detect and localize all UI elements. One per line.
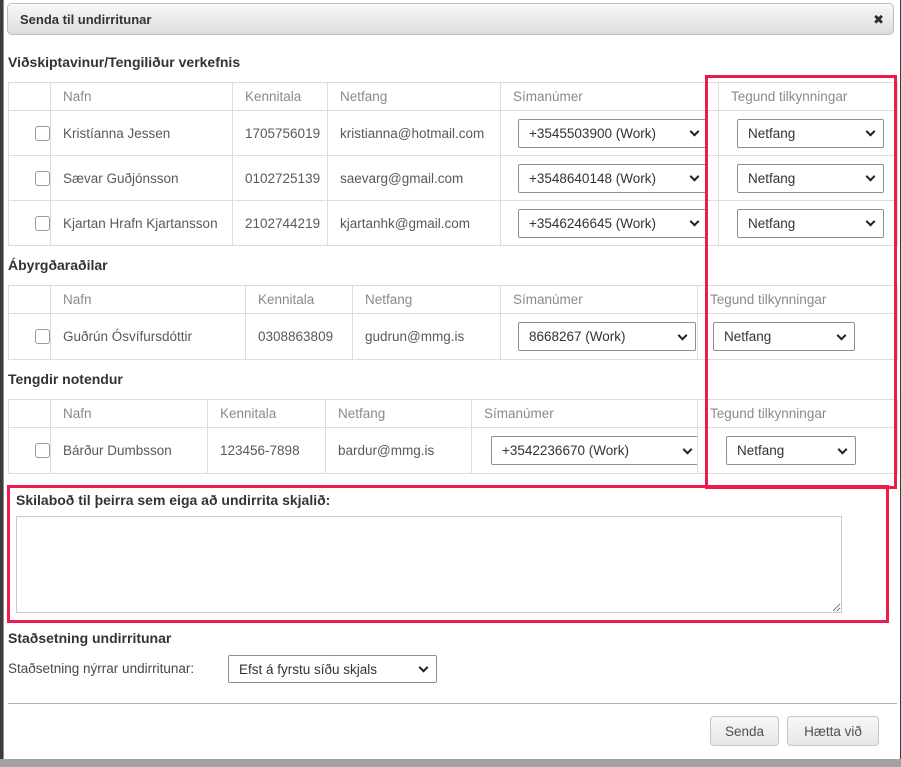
- cell-name: Kristíanna Jessen: [51, 111, 233, 156]
- cell-name: Bárður Dumbsson: [51, 428, 208, 474]
- chevron-down-icon: [690, 217, 700, 227]
- message-textarea[interactable]: [16, 516, 842, 613]
- phone-select-value: +3542236670 (Work): [492, 443, 629, 458]
- dialog-title: Senda til undirritunar: [8, 12, 151, 27]
- phone-select[interactable]: +3542236670 (Work): [491, 436, 698, 465]
- row-checkbox[interactable]: [35, 171, 50, 186]
- close-icon[interactable]: ✖: [873, 4, 884, 36]
- notification-type-select[interactable]: Netfang: [713, 322, 855, 351]
- notification-select-value: Netfang: [714, 329, 771, 344]
- table-row: Kristíanna Jessen 1705756019 kristianna@…: [9, 111, 898, 156]
- phone-select-value: +3548640148 (Work): [519, 171, 656, 186]
- cell-email: bardur@mmg.is: [326, 428, 472, 474]
- row-checkbox[interactable]: [35, 329, 50, 344]
- table-row: Guðrún Ósvífursdóttir 0308863809 gudrun@…: [9, 314, 898, 360]
- notification-type-select[interactable]: Netfang: [726, 436, 856, 465]
- chevron-down-icon: [837, 330, 847, 340]
- send-button[interactable]: Senda: [710, 716, 779, 746]
- phone-select[interactable]: +3548640148 (Work): [518, 164, 708, 193]
- placement-label: Staðsetning nýrrar undirritunar:: [8, 655, 194, 683]
- table-header-row: Nafn Kennitala Netfang Símanúmer Tegund …: [9, 286, 898, 314]
- linked-users-table: Nafn Kennitala Netfang Símanúmer Tegund …: [8, 399, 898, 474]
- cell-name: Kjartan Hrafn Kjartansson: [51, 201, 233, 246]
- row-checkbox[interactable]: [35, 216, 50, 231]
- chevron-down-icon: [866, 217, 876, 227]
- table-header-row: Nafn Kennitala Netfang Símanúmer Tegund …: [9, 400, 898, 428]
- cell-kennitala: 123456-7898: [208, 428, 326, 474]
- chevron-down-icon: [690, 127, 700, 137]
- cell-kennitala: 1705756019: [233, 111, 328, 156]
- col-header-phone: Símanúmer: [501, 83, 719, 111]
- col-header-kennitala: Kennitala: [233, 83, 328, 111]
- section-heading-responsible-parties: Ábyrgðaraðilar: [8, 257, 108, 273]
- chevron-down-icon: [866, 172, 876, 182]
- cell-kennitala: 2102744219: [233, 201, 328, 246]
- notification-select-value: Netfang: [738, 126, 795, 141]
- table-row: Kjartan Hrafn Kjartansson 2102744219 kja…: [9, 201, 898, 246]
- section-heading-linked-users: Tengdir notendur: [8, 371, 123, 387]
- chevron-down-icon: [678, 330, 688, 340]
- phone-select-value: +3546246645 (Work): [519, 216, 656, 231]
- dialog-titlebar: Senda til undirritunar ✖: [7, 3, 894, 35]
- col-header-email: Netfang: [353, 286, 501, 314]
- cell-name: Guðrún Ósvífursdóttir: [51, 314, 246, 360]
- notification-select-value: Netfang: [738, 216, 795, 231]
- phone-select-value: +3545503900 (Work): [519, 126, 656, 141]
- cell-email: kjartanhk@gmail.com: [328, 201, 501, 246]
- col-header-email: Netfang: [326, 400, 472, 428]
- table-row: Bárður Dumbsson 123456-7898 bardur@mmg.i…: [9, 428, 898, 474]
- placement-heading: Staðsetning undirritunar: [8, 630, 171, 646]
- col-header-checkbox: [9, 83, 51, 111]
- notification-type-select[interactable]: Netfang: [737, 164, 884, 193]
- chevron-down-icon: [419, 663, 429, 673]
- chevron-down-icon: [683, 444, 693, 454]
- phone-select[interactable]: +3546246645 (Work): [518, 209, 708, 238]
- cell-email: kristianna@hotmail.com: [328, 111, 501, 156]
- col-header-kennitala: Kennitala: [208, 400, 326, 428]
- col-header-email: Netfang: [328, 83, 501, 111]
- col-header-notification-type: Tegund tilkynningar: [698, 286, 898, 314]
- notification-type-select[interactable]: Netfang: [737, 119, 884, 148]
- section-heading-clients: Viðskiptavinur/Tengiliður verkefnis: [8, 54, 240, 70]
- col-header-name: Nafn: [51, 400, 208, 428]
- notification-select-value: Netfang: [738, 171, 795, 186]
- cell-email: saevarg@gmail.com: [328, 156, 501, 201]
- col-header-checkbox: [9, 286, 51, 314]
- footer-divider: [8, 703, 897, 704]
- cell-kennitala: 0102725139: [233, 156, 328, 201]
- phone-select[interactable]: +3545503900 (Work): [518, 119, 708, 148]
- row-checkbox[interactable]: [35, 126, 50, 141]
- responsible-parties-table: Nafn Kennitala Netfang Símanúmer Tegund …: [8, 285, 898, 360]
- col-header-kennitala: Kennitala: [246, 286, 353, 314]
- col-header-notification-type: Tegund tilkynningar: [698, 400, 898, 428]
- cell-name: Sævar Guðjónsson: [51, 156, 233, 201]
- placement-select-value: Efst á fyrstu síðu skjals: [229, 662, 377, 677]
- placement-select[interactable]: Efst á fyrstu síðu skjals: [228, 655, 437, 683]
- table-row: Sævar Guðjónsson 0102725139 saevarg@gmai…: [9, 156, 898, 201]
- col-header-phone: Símanúmer: [501, 286, 698, 314]
- table-header-row: Nafn Kennitala Netfang Símanúmer Tegund …: [9, 83, 898, 111]
- cancel-button[interactable]: Hætta við: [787, 716, 879, 746]
- col-header-name: Nafn: [51, 83, 233, 111]
- col-header-phone: Símanúmer: [472, 400, 698, 428]
- col-header-name: Nafn: [51, 286, 246, 314]
- row-checkbox[interactable]: [35, 443, 50, 458]
- col-header-notification-type: Tegund tilkynningar: [719, 83, 898, 111]
- notification-select-value: Netfang: [727, 443, 784, 458]
- notification-type-select[interactable]: Netfang: [737, 209, 884, 238]
- page-background-strip: [0, 759, 901, 767]
- cell-email: gudrun@mmg.is: [353, 314, 501, 360]
- chevron-down-icon: [866, 127, 876, 137]
- chevron-down-icon: [690, 172, 700, 182]
- phone-select[interactable]: 8668267 (Work): [518, 322, 696, 351]
- message-label: Skilaboð til þeirra sem eiga að undirrit…: [16, 492, 330, 508]
- col-header-checkbox: [9, 400, 51, 428]
- cell-kennitala: 0308863809: [246, 314, 353, 360]
- phone-select-value: 8668267 (Work): [519, 329, 626, 344]
- clients-table: Nafn Kennitala Netfang Símanúmer Tegund …: [8, 82, 898, 246]
- chevron-down-icon: [838, 444, 848, 454]
